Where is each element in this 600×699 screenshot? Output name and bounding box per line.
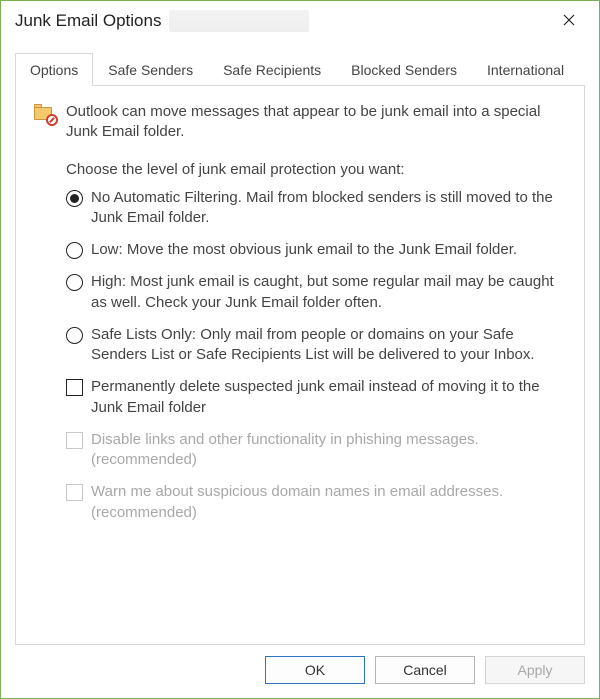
radio-low[interactable]: Low: Move the most obvious junk email to… <box>66 240 566 260</box>
radio-high[interactable]: High: Most junk email is caught, but som… <box>66 272 566 313</box>
check-disable-phishing-links: Disable links and other functionality in… <box>66 430 566 471</box>
content-area: Options Safe Senders Safe Recipients Blo… <box>1 41 599 646</box>
button-label: OK <box>305 662 325 678</box>
intro-text: Outlook can move messages that appear to… <box>66 102 566 143</box>
checkbox-label: Warn me about suspicious domain names in… <box>91 482 566 523</box>
button-label: Cancel <box>403 662 447 678</box>
ok-button[interactable]: OK <box>265 656 365 684</box>
radio-safe-lists-only[interactable]: Safe Lists Only: Only mail from people o… <box>66 325 566 366</box>
checkbox-icon <box>66 379 83 396</box>
tab-label: International <box>487 62 564 78</box>
tab-safe-recipients[interactable]: Safe Recipients <box>208 53 336 86</box>
checkbox-label: Permanently delete suspected junk email … <box>91 377 566 418</box>
tab-strip: Options Safe Senders Safe Recipients Blo… <box>15 53 585 86</box>
window-title: Junk Email Options <box>15 11 161 31</box>
check-permanently-delete[interactable]: Permanently delete suspected junk email … <box>66 377 566 418</box>
radio-no-filtering[interactable]: No Automatic Filtering. Mail from blocke… <box>66 188 566 229</box>
checkbox-icon <box>66 432 83 449</box>
junk-folder-icon <box>34 104 56 124</box>
radio-label: Low: Move the most obvious junk email to… <box>91 240 517 260</box>
tab-options[interactable]: Options <box>15 53 93 86</box>
dialog-button-row: OK Cancel Apply <box>1 646 599 698</box>
checkbox-icon <box>66 484 83 501</box>
checkbox-label: Disable links and other functionality in… <box>91 430 566 471</box>
radio-icon <box>66 242 83 259</box>
tab-international[interactable]: International <box>472 53 579 86</box>
radio-label: No Automatic Filtering. Mail from blocke… <box>91 188 566 229</box>
tab-label: Options <box>30 62 78 78</box>
tab-blocked-senders[interactable]: Blocked Senders <box>336 53 472 86</box>
cancel-button[interactable]: Cancel <box>375 656 475 684</box>
tab-safe-senders[interactable]: Safe Senders <box>93 53 208 86</box>
tab-panel-options: Outlook can move messages that appear to… <box>15 85 585 645</box>
button-label: Apply <box>517 662 552 678</box>
choose-level-text: Choose the level of junk email protectio… <box>66 161 566 178</box>
title-bar: Junk Email Options <box>1 1 599 41</box>
apply-button: Apply <box>485 656 585 684</box>
radio-icon <box>66 190 83 207</box>
redacted-region <box>169 10 309 32</box>
tab-label: Blocked Senders <box>351 62 457 78</box>
protection-level-group: No Automatic Filtering. Mail from blocke… <box>66 188 566 523</box>
tab-label: Safe Recipients <box>223 62 321 78</box>
radio-icon <box>66 327 83 344</box>
radio-label: Safe Lists Only: Only mail from people o… <box>91 325 566 366</box>
close-icon <box>563 11 575 31</box>
check-warn-suspicious-domains: Warn me about suspicious domain names in… <box>66 482 566 523</box>
radio-label: High: Most junk email is caught, but som… <box>91 272 566 313</box>
tab-label: Safe Senders <box>108 62 193 78</box>
close-button[interactable] <box>547 6 591 36</box>
radio-icon <box>66 274 83 291</box>
